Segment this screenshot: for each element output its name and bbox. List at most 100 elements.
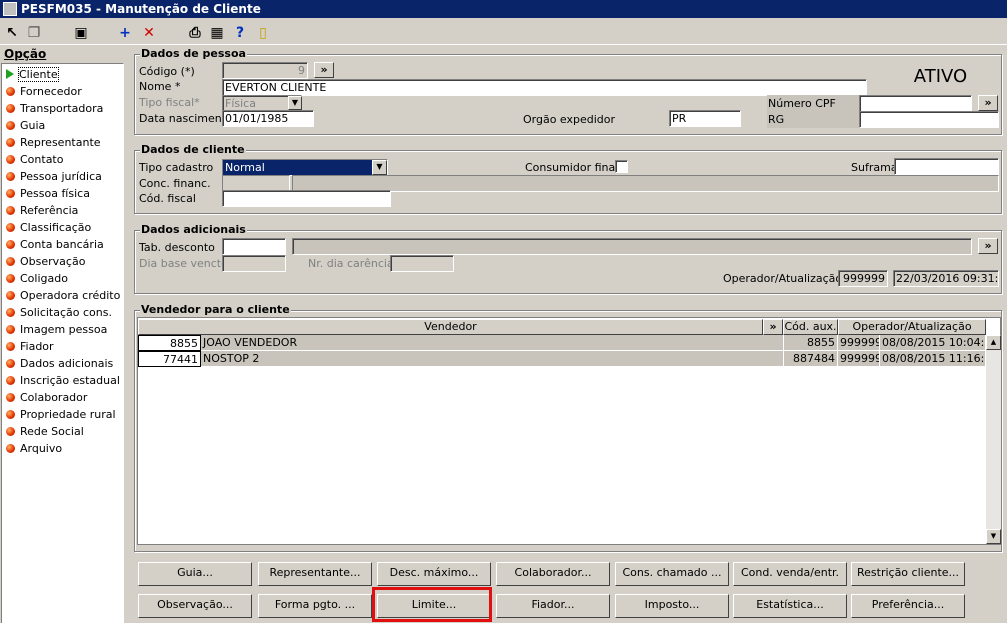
row1-button-2[interactable]: Desc. máximo... <box>377 562 491 586</box>
scroll-up-icon[interactable]: ▲ <box>986 335 1001 350</box>
bullet-icon <box>6 103 15 113</box>
arrow-icon <box>6 69 14 79</box>
window-title: PESFM035 - Manutenção de Cliente <box>21 2 261 16</box>
sidebar-item-21[interactable]: Rede Social <box>6 423 84 439</box>
sidebar-item-5[interactable]: Contato <box>6 151 63 167</box>
sidebar-item-16[interactable]: Fiador <box>6 338 54 354</box>
chevron-down-icon[interactable]: ▼ <box>288 96 302 110</box>
nr-dia-field[interactable] <box>390 255 454 272</box>
sidebar-item-3[interactable]: Guia <box>6 117 45 133</box>
sidebar-item-7[interactable]: Pessoa física <box>6 185 90 201</box>
table-cell-date[interactable]: 08/08/2015 11:16:57 <box>880 351 986 367</box>
bullet-icon <box>6 324 15 334</box>
sidebar-item-12[interactable]: Coligado <box>6 270 68 286</box>
status-badge: ATIVO <box>901 63 980 91</box>
exit-icon[interactable]: ↖ <box>3 24 21 42</box>
row1-button-5[interactable]: Cond. venda/entr. ... <box>733 562 847 599</box>
row2-button-0[interactable]: Observação... <box>138 594 252 618</box>
bullet-icon <box>6 239 15 249</box>
header-vendedor[interactable]: Vendedor <box>138 319 763 335</box>
print-icon[interactable]: ⎙ <box>186 24 204 42</box>
table-cell-name[interactable]: NOSTOP 2 <box>201 351 784 367</box>
table-cell-aux[interactable]: 8855 <box>784 335 838 351</box>
rg-field[interactable] <box>859 111 999 128</box>
suframa-field[interactable] <box>894 158 999 175</box>
sidebar-item-17[interactable]: Dados adicionais <box>6 355 113 371</box>
sidebar-item-13[interactable]: Operadora crédito <box>6 287 120 303</box>
sidebar-item-20[interactable]: Propriedade rural <box>6 406 116 422</box>
door-icon[interactable]: ▯ <box>254 24 272 42</box>
row2-button-5[interactable]: Estatística... <box>733 594 847 618</box>
nome-field[interactable]: EVERTON CLIENTE <box>222 79 867 96</box>
sidebar-item-8[interactable]: Referência <box>6 202 78 218</box>
add-icon[interactable]: + <box>116 24 134 42</box>
tipo-cadastro-select[interactable]: Normal <box>222 159 388 176</box>
sidebar-item-10[interactable]: Conta bancária <box>6 236 104 252</box>
sidebar-item-11[interactable]: Observação <box>6 253 85 269</box>
tipo-cadastro-label: Tipo cadastro <box>139 161 214 174</box>
delete-icon[interactable]: ✕ <box>140 24 158 42</box>
save-icon[interactable]: ▣ <box>72 24 90 42</box>
codigo-search-button[interactable]: » <box>314 62 334 78</box>
bullet-icon <box>6 188 15 198</box>
codigo-field[interactable]: 9 <box>222 62 308 79</box>
table-cell-aux[interactable]: 887484 <box>784 351 838 367</box>
row2-button-3[interactable]: Fiador... <box>496 594 610 618</box>
sidebar-item-4[interactable]: Representante <box>6 134 101 150</box>
sidebar-item-0[interactable]: Cliente <box>6 66 59 82</box>
bullet-icon <box>6 426 15 436</box>
row1-button-0[interactable]: Guia... <box>138 562 252 586</box>
dia-base-label: Dia base vencto <box>139 257 228 270</box>
table-cell-code[interactable]: 8855 <box>138 335 201 351</box>
options-title: Opção <box>4 47 47 61</box>
cpf-search-button[interactable]: » <box>978 95 998 111</box>
sidebar-item-2[interactable]: Transportadora <box>6 100 103 116</box>
sidebar-item-22[interactable]: Arquivo <box>6 440 62 456</box>
row1-button-6[interactable]: Restrição cliente... <box>851 562 965 586</box>
consumidor-checkbox[interactable] <box>615 160 628 173</box>
orgao-label: Orgão expedidor <box>523 113 616 126</box>
header-expand[interactable]: » <box>763 319 783 335</box>
cod-fiscal-field[interactable] <box>222 190 391 207</box>
table-cell-date[interactable]: 08/08/2015 10:04:38 <box>880 335 986 351</box>
header-operador[interactable]: Operador/Atualização <box>838 319 986 335</box>
sidebar-item-15[interactable]: Imagem pessoa <box>6 321 107 337</box>
table-cell-op[interactable]: 999999 <box>838 351 880 367</box>
chevron-down-icon[interactable]: ▼ <box>372 160 387 175</box>
bullet-icon <box>6 273 15 283</box>
table-cell-name[interactable]: JOAO VENDEDOR <box>201 335 784 351</box>
tab-desconto-field[interactable] <box>222 238 286 255</box>
header-cod-aux[interactable]: Cód. aux. <box>783 319 838 335</box>
table-cell-code[interactable]: 77441 <box>138 351 201 367</box>
vendedor-scrollbar[interactable] <box>986 335 1001 544</box>
table-cell-op[interactable]: 999999 <box>838 335 880 351</box>
nascimento-label: Data nascimento <box>139 112 233 125</box>
row2-button-6[interactable]: Preferência... <box>851 594 965 618</box>
sidebar-item-1[interactable]: Fornecedor <box>6 83 82 99</box>
sidebar-item-6[interactable]: Pessoa jurídica <box>6 168 102 184</box>
nascimento-field[interactable]: 01/01/1985 <box>222 110 314 127</box>
orgao-field[interactable]: PR <box>669 110 741 127</box>
copy-icon[interactable]: ❐ <box>25 24 43 42</box>
tab-desconto-search-button[interactable]: » <box>978 238 998 254</box>
bullet-icon <box>6 256 15 266</box>
row1-button-1[interactable]: Representante... <box>258 562 372 586</box>
sidebar-item-14[interactable]: Solicitação cons. <box>6 304 112 320</box>
sidebar-item-9[interactable]: Classificação <box>6 219 91 235</box>
scroll-down-icon[interactable]: ▼ <box>986 529 1001 544</box>
sidebar-item-19[interactable]: Colaborador <box>6 389 87 405</box>
sidebar-item-label: Transportadora <box>20 101 104 115</box>
sidebar-item-label: Arquivo <box>20 441 63 455</box>
sidebar-item-18[interactable]: Inscrição estadual <box>6 372 120 388</box>
row1-button-4[interactable]: Cons. chamado ... <box>615 562 729 586</box>
calculator-icon[interactable]: ▦ <box>208 24 226 42</box>
sidebar-item-label: Classificação <box>20 220 92 234</box>
row1-button-3[interactable]: Colaborador... <box>496 562 610 586</box>
help-icon[interactable]: ? <box>231 24 249 42</box>
row2-button-4[interactable]: Imposto... <box>615 594 729 618</box>
row2-button-1[interactable]: Forma pgto. ... <box>258 594 372 618</box>
cpf-field[interactable] <box>859 95 972 112</box>
sidebar-item-label: Fornecedor <box>20 84 82 98</box>
dia-base-field[interactable] <box>222 255 286 272</box>
sidebar-item-label: Cliente <box>18 66 59 82</box>
